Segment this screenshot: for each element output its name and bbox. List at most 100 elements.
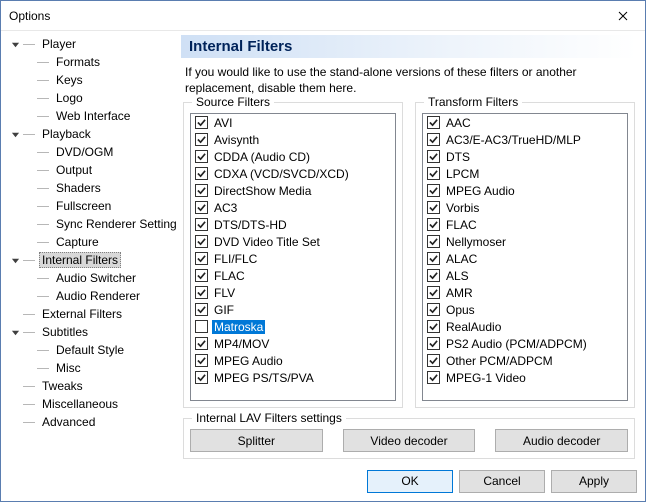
checkbox[interactable] xyxy=(427,235,440,248)
list-item[interactable]: AAC xyxy=(423,114,627,131)
list-item[interactable]: FLAC xyxy=(191,267,395,284)
list-item[interactable]: CDXA (VCD/SVCD/XCD) xyxy=(191,165,395,182)
list-item[interactable]: DirectShow Media xyxy=(191,182,395,199)
tree-item[interactable]: Player xyxy=(5,35,175,53)
list-item[interactable]: FLAC xyxy=(423,216,627,233)
checkbox[interactable] xyxy=(195,133,208,146)
checkbox[interactable] xyxy=(195,269,208,282)
source-filters-list[interactable]: AVIAvisynthCDDA (Audio CD)CDXA (VCD/SVCD… xyxy=(190,113,396,401)
chevron-down-icon[interactable] xyxy=(9,254,21,266)
list-item[interactable]: Matroska xyxy=(191,318,395,335)
splitter-button[interactable]: Splitter xyxy=(190,429,323,452)
tree-item[interactable]: Misc xyxy=(5,359,175,377)
list-item[interactable]: RealAudio xyxy=(423,318,627,335)
checkbox[interactable] xyxy=(195,252,208,265)
chevron-down-icon[interactable] xyxy=(9,326,21,338)
checkbox[interactable] xyxy=(427,354,440,367)
list-item[interactable]: ALS xyxy=(423,267,627,284)
tree-item[interactable]: Default Style xyxy=(5,341,175,359)
list-item[interactable]: CDDA (Audio CD) xyxy=(191,148,395,165)
checkbox[interactable] xyxy=(427,269,440,282)
checkbox[interactable] xyxy=(427,371,440,384)
tree-item[interactable]: Audio Renderer xyxy=(5,287,175,305)
list-item[interactable]: GIF xyxy=(191,301,395,318)
close-button[interactable] xyxy=(600,1,645,30)
list-item[interactable]: MPEG-1 Video xyxy=(423,369,627,386)
tree-item[interactable]: Formats xyxy=(5,53,175,71)
checkbox[interactable] xyxy=(195,303,208,316)
list-item[interactable]: MPEG Audio xyxy=(191,352,395,369)
tree-item[interactable]: Web Interface xyxy=(5,107,175,125)
checkbox[interactable] xyxy=(427,133,440,146)
tree-item[interactable]: Logo xyxy=(5,89,175,107)
list-item[interactable]: MPEG Audio xyxy=(423,182,627,199)
audio-decoder-button[interactable]: Audio decoder xyxy=(495,429,628,452)
checkbox[interactable] xyxy=(195,184,208,197)
checkbox[interactable] xyxy=(195,201,208,214)
checkbox[interactable] xyxy=(195,337,208,350)
checkbox[interactable] xyxy=(427,201,440,214)
list-item[interactable]: DVD Video Title Set xyxy=(191,233,395,250)
tree-item[interactable]: Sync Renderer Settings xyxy=(5,215,175,233)
checkbox[interactable] xyxy=(427,218,440,231)
tree-item[interactable]: Subtitles xyxy=(5,323,175,341)
list-item[interactable]: Avisynth xyxy=(191,131,395,148)
list-item[interactable]: AC3 xyxy=(191,199,395,216)
transform-filters-list[interactable]: AACAC3/E-AC3/TrueHD/MLPDTSLPCMMPEG Audio… xyxy=(422,113,628,401)
tree-item[interactable]: Keys xyxy=(5,71,175,89)
checkbox[interactable] xyxy=(427,116,440,129)
list-item[interactable]: Other PCM/ADPCM xyxy=(423,352,627,369)
tree-item[interactable]: DVD/OGM xyxy=(5,143,175,161)
checkbox[interactable] xyxy=(195,320,208,333)
tree-item[interactable]: Capture xyxy=(5,233,175,251)
checkbox[interactable] xyxy=(427,303,440,316)
list-item[interactable]: Nellymoser xyxy=(423,233,627,250)
ok-button[interactable]: OK xyxy=(367,470,453,493)
checkbox[interactable] xyxy=(195,218,208,231)
cancel-button[interactable]: Cancel xyxy=(459,470,545,493)
list-item[interactable]: FLV xyxy=(191,284,395,301)
checkbox[interactable] xyxy=(427,184,440,197)
list-item[interactable]: AC3/E-AC3/TrueHD/MLP xyxy=(423,131,627,148)
list-item[interactable]: DTS xyxy=(423,148,627,165)
chevron-down-icon[interactable] xyxy=(9,128,21,140)
checkbox[interactable] xyxy=(195,116,208,129)
list-item[interactable]: MP4/MOV xyxy=(191,335,395,352)
checkbox[interactable] xyxy=(195,167,208,180)
list-item[interactable]: Opus xyxy=(423,301,627,318)
list-item[interactable]: ALAC xyxy=(423,250,627,267)
checkbox[interactable] xyxy=(195,150,208,163)
checkbox[interactable] xyxy=(427,320,440,333)
checkbox[interactable] xyxy=(195,371,208,384)
list-item[interactable]: AVI xyxy=(191,114,395,131)
checkbox[interactable] xyxy=(427,150,440,163)
list-item[interactable]: Vorbis xyxy=(423,199,627,216)
tree-item[interactable]: Advanced xyxy=(5,413,175,431)
tree-item[interactable]: Shaders xyxy=(5,179,175,197)
list-item[interactable]: AMR xyxy=(423,284,627,301)
checkbox[interactable] xyxy=(195,354,208,367)
tree-item[interactable]: External Filters xyxy=(5,305,175,323)
tree-item[interactable]: Playback xyxy=(5,125,175,143)
tree-item[interactable]: Output xyxy=(5,161,175,179)
list-item[interactable]: LPCM xyxy=(423,165,627,182)
list-item[interactable]: FLI/FLC xyxy=(191,250,395,267)
checkbox[interactable] xyxy=(427,167,440,180)
checkbox[interactable] xyxy=(427,252,440,265)
apply-button[interactable]: Apply xyxy=(551,470,637,493)
checkbox[interactable] xyxy=(195,286,208,299)
checkbox[interactable] xyxy=(195,235,208,248)
tree-item[interactable]: Miscellaneous xyxy=(5,395,175,413)
tree-item[interactable]: Audio Switcher xyxy=(5,269,175,287)
tree-item[interactable]: Fullscreen xyxy=(5,197,175,215)
checkbox[interactable] xyxy=(427,337,440,350)
list-item[interactable]: PS2 Audio (PCM/ADPCM) xyxy=(423,335,627,352)
nav-tree[interactable]: PlayerFormatsKeysLogoWeb InterfacePlayba… xyxy=(1,31,177,461)
tree-item[interactable]: Tweaks xyxy=(5,377,175,395)
chevron-down-icon[interactable] xyxy=(9,38,21,50)
list-item[interactable]: MPEG PS/TS/PVA xyxy=(191,369,395,386)
video-decoder-button[interactable]: Video decoder xyxy=(343,429,476,452)
list-item[interactable]: DTS/DTS-HD xyxy=(191,216,395,233)
tree-item[interactable]: Internal Filters xyxy=(5,251,175,269)
checkbox[interactable] xyxy=(427,286,440,299)
